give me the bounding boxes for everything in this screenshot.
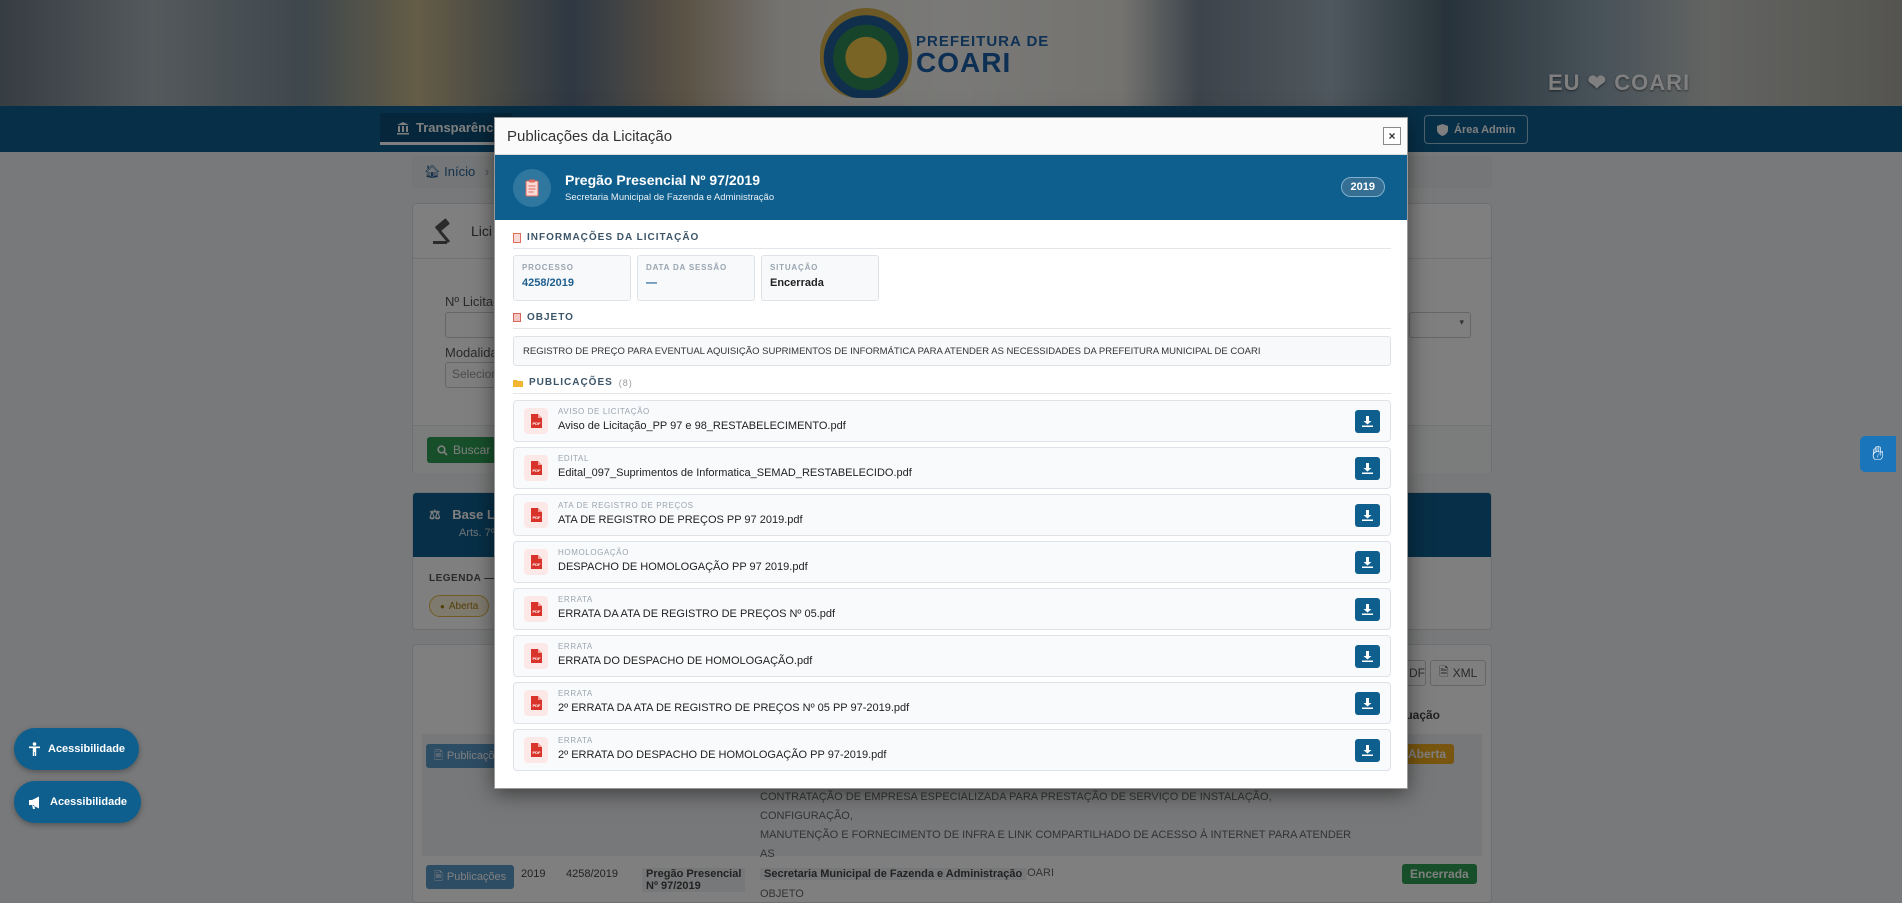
- publication-filename[interactable]: DESPACHO DE HOMOLOGAÇÃO PP 97 2019.pdf: [558, 561, 808, 573]
- download-icon[interactable]: [1355, 457, 1380, 480]
- pdf-icon: PDF: [524, 643, 548, 669]
- download-icon[interactable]: [1355, 692, 1380, 715]
- download-icon[interactable]: [1355, 410, 1380, 433]
- publication-filename[interactable]: 2º ERRATA DO DESPACHO DE HOMOLOGAÇÃO PP …: [558, 749, 886, 761]
- info-data-sessao: DATA DA SESSÃO —: [637, 255, 755, 301]
- sign-language-icon[interactable]: ✋︎: [1860, 436, 1896, 472]
- accessibility-audio-label: Acessibilidade: [50, 796, 128, 808]
- publication-category: EDITAL: [558, 454, 590, 463]
- info-situacao: SITUAÇÃO Encerrada: [761, 255, 879, 301]
- publication-filename[interactable]: 2º ERRATA DA ATA DE REGISTRO DE PREÇOS N…: [558, 702, 909, 714]
- pdf-icon: PDF: [524, 408, 548, 434]
- document-icon: [513, 232, 521, 243]
- modal-title: Publicações da Licitação: [507, 128, 673, 145]
- publication-filename[interactable]: Edital_097_Suprimentos de Informatica_SE…: [558, 467, 912, 479]
- pdf-icon: PDF: [524, 596, 548, 622]
- publications-modal: Publicações da Licitação × Pregão Presen…: [494, 117, 1408, 789]
- publication-category: AVISO DE LICITAÇÃO: [558, 407, 650, 416]
- publication-filename[interactable]: ATA DE REGISTRO DE PREÇOS PP 97 2019.pdf: [558, 514, 803, 526]
- publication-filename[interactable]: ERRATA DO DESPACHO DE HOMOLOGAÇÃO.pdf: [558, 655, 812, 667]
- publication-category: HOMOLOGAÇÃO: [558, 548, 630, 557]
- download-icon[interactable]: [1355, 551, 1380, 574]
- svg-text:PDF: PDF: [533, 421, 542, 426]
- download-icon[interactable]: [1355, 504, 1380, 527]
- publication-item[interactable]: PDF HOMOLOGAÇÃO DESPACHO DE HOMOLOGAÇÃO PP…: [513, 541, 1391, 583]
- publication-category: ERRATA: [558, 642, 593, 651]
- info-processo: PROCESSO 4258/2019: [513, 255, 631, 301]
- svg-text:PDF: PDF: [533, 703, 542, 708]
- pdf-icon: PDF: [524, 502, 548, 528]
- licitacao-secretaria: Secretaria Municipal de Fazenda e Admini…: [565, 192, 775, 203]
- folder-icon: [513, 379, 523, 387]
- info-section-heading: INFORMAÇÕES DA LICITAÇÃO: [513, 232, 699, 243]
- pdf-icon: PDF: [524, 690, 548, 716]
- publication-category: ERRATA: [558, 736, 593, 745]
- publications-section-heading: PUBLICAÇÕES (8): [513, 377, 633, 388]
- publication-item[interactable]: PDF ERRATA 2º ERRATA DO DESPACHO DE HOMOLO…: [513, 729, 1391, 771]
- clipboard-icon: [513, 169, 551, 207]
- publications-count: (8): [618, 377, 633, 388]
- publication-filename[interactable]: Aviso de Licitação_PP 97 e 98_RESTABELEC…: [558, 420, 846, 432]
- publication-item[interactable]: PDF ERRATA 2º ERRATA DA ATA DE REGISTRO DE…: [513, 682, 1391, 724]
- objeto-text: REGISTRO DE PREÇO PARA EVENTUAL AQUISIÇÃ…: [513, 336, 1391, 366]
- year-badge: 2019: [1340, 177, 1385, 197]
- publication-item[interactable]: PDF ATA DE REGISTRO DE PREÇOS ATA DE REGIS…: [513, 494, 1391, 536]
- publication-filename[interactable]: ERRATA DA ATA DE REGISTRO DE PREÇOS Nº 0…: [558, 608, 835, 620]
- download-icon[interactable]: [1355, 598, 1380, 621]
- accessibility-audio-button[interactable]: Acessibilidade: [14, 781, 142, 823]
- download-icon[interactable]: [1355, 645, 1380, 668]
- publication-category: ATA DE REGISTRO DE PREÇOS: [558, 501, 694, 510]
- note-icon: [513, 313, 521, 322]
- publication-category: ERRATA: [558, 689, 593, 698]
- download-icon[interactable]: [1355, 739, 1380, 762]
- svg-text:PDF: PDF: [533, 515, 542, 520]
- pdf-icon: PDF: [524, 737, 548, 763]
- svg-text:PDF: PDF: [533, 468, 542, 473]
- close-icon[interactable]: ×: [1383, 127, 1401, 145]
- objeto-section-heading: OBJETO: [513, 312, 574, 323]
- accessibility-label: Acessibilidade: [48, 743, 126, 755]
- accessibility-icon: [29, 742, 40, 756]
- pdf-icon: PDF: [524, 549, 548, 575]
- megaphone-icon: [29, 796, 39, 809]
- svg-text:PDF: PDF: [533, 750, 542, 755]
- pdf-icon: PDF: [524, 455, 548, 481]
- svg-text:PDF: PDF: [533, 562, 542, 567]
- publication-item[interactable]: PDF EDITAL Edital_097_Suprimentos de Infor…: [513, 447, 1391, 489]
- svg-text:PDF: PDF: [533, 656, 542, 661]
- licitacao-hero: Pregão Presencial Nº 97/2019 Secretaria …: [495, 155, 1407, 220]
- publication-item[interactable]: PDF ERRATA ERRATA DO DESPACHO DE HOMOLOGAÇ…: [513, 635, 1391, 677]
- svg-text:PDF: PDF: [533, 609, 542, 614]
- publication-item[interactable]: PDF AVISO DE LICITAÇÃO Aviso de Licitação_…: [513, 400, 1391, 442]
- accessibility-button[interactable]: Acessibilidade: [14, 728, 140, 770]
- publication-category: ERRATA: [558, 595, 593, 604]
- publication-item[interactable]: PDF ERRATA ERRATA DA ATA DE REGISTRO DE PR…: [513, 588, 1391, 630]
- licitacao-title: Pregão Presencial Nº 97/2019: [565, 172, 761, 188]
